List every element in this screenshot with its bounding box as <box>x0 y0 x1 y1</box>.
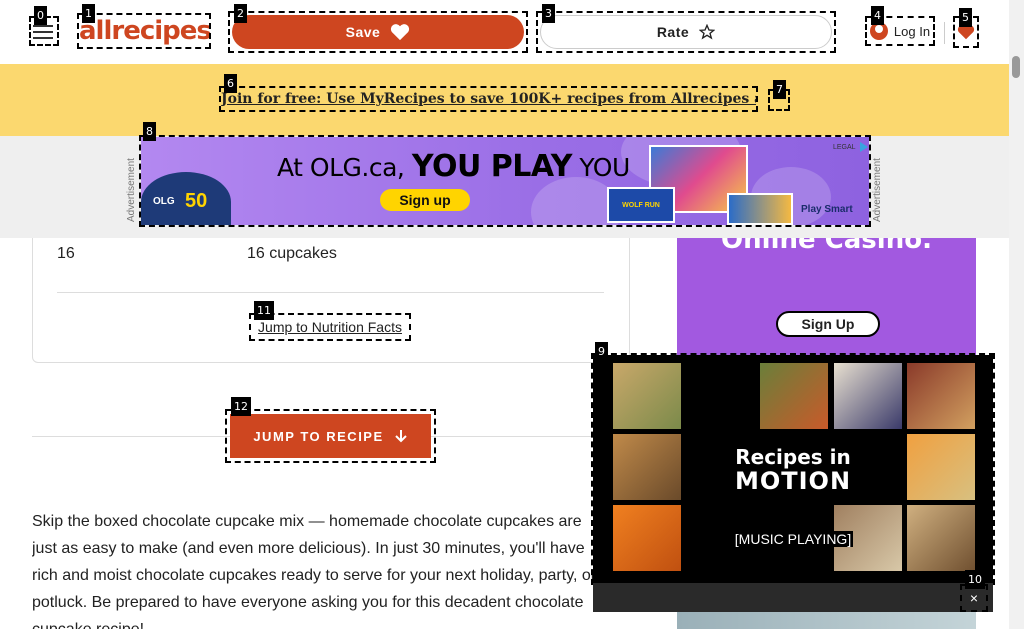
marker-12: 12 <box>231 397 251 416</box>
marker-2: 2 <box>234 4 247 23</box>
marker-6: 6 <box>224 74 237 93</box>
header-divider <box>944 22 945 44</box>
video-thumb-beef <box>907 363 975 429</box>
page-scrollbar[interactable] <box>1009 0 1024 629</box>
ad-choices-icon <box>859 142 868 152</box>
jump-to-recipe-button[interactable]: JUMP TO RECIPE <box>230 414 431 458</box>
ad-headline-bold: YOU PLAY <box>411 149 573 184</box>
video-title-line1: Recipes in <box>735 445 851 469</box>
video-close-button[interactable]: × <box>960 584 988 612</box>
slot-game-image-2 <box>727 193 793 225</box>
menu-icon-bar <box>33 37 53 39</box>
ad-headline: At OLG.ca, YOU PLAY YOU <box>277 149 630 184</box>
scrollbar-thumb[interactable] <box>1012 56 1020 78</box>
marker-0: 0 <box>34 6 47 25</box>
recipe-intro-text: Skip the boxed chocolate cupcake mix — h… <box>32 513 597 629</box>
marker-9: 9 <box>595 342 608 361</box>
logo-link[interactable]: allrecipes <box>77 13 212 49</box>
ad-signup-label: Sign up <box>399 192 451 208</box>
login-label: Log In <box>893 23 931 39</box>
save-button-outline: Save <box>228 11 528 53</box>
video-title-line2: MOTION <box>734 467 852 495</box>
wolf-run-game-image: WOLF RUN <box>607 187 675 223</box>
allrecipes-logo: allrecipes <box>79 16 212 46</box>
site-header: allrecipes Save Rate Log In <box>0 0 1009 64</box>
ad-label-left: Advertisement <box>126 158 137 222</box>
heart-icon <box>391 24 410 41</box>
top-ad-band: Advertisement Advertisement OLG 50 At OL… <box>0 135 1009 238</box>
olg-50-text: 50 <box>185 190 208 212</box>
servings-value: 16 <box>57 245 75 262</box>
ad-headline-pre: At OLG.ca, <box>277 153 405 182</box>
video-thumb-peaches <box>907 434 975 500</box>
rate-button-outline: Rate <box>536 11 836 53</box>
nutrition-facts-text: Jump to Nutrition Facts <box>258 319 402 335</box>
marker-8: 8 <box>143 122 156 141</box>
arrow-down-icon <box>394 430 407 443</box>
video-control-bar <box>593 583 993 612</box>
save-label: Save <box>345 24 381 40</box>
menu-icon-bar <box>33 31 53 33</box>
star-icon <box>699 24 716 40</box>
jump-to-recipe-label: JUMP TO RECIPE <box>253 428 384 444</box>
wolf-run-label: WOLF RUN <box>622 201 660 209</box>
olg-brand-text: OLG <box>153 196 175 207</box>
marker-7: 7 <box>773 80 786 99</box>
marker-1: 1 <box>82 4 95 23</box>
nutrition-facts-link[interactable]: Jump to Nutrition Facts <box>249 313 411 341</box>
side-ad-signup-label: Sign Up <box>801 316 855 332</box>
yield-value: 16 cupcakes <box>247 245 337 262</box>
video-thumb-salad <box>760 363 828 429</box>
marker-5: 5 <box>959 8 972 27</box>
marker-10: 10 <box>965 570 985 589</box>
video-thumb-cake <box>834 363 902 429</box>
marker-4: 4 <box>871 6 884 25</box>
save-button[interactable]: Save <box>232 15 524 49</box>
ad-legal-label: LEGAL <box>833 143 856 151</box>
video-caption: [MUSIC PLAYING] <box>732 531 854 547</box>
video-player[interactable]: Recipes in MOTION [MUSIC PLAYING] <box>591 353 995 585</box>
ad-signup-button[interactable]: Sign up <box>380 189 470 211</box>
top-ad-banner[interactable]: OLG 50 At OLG.ca, YOU PLAY YOU Sign up W… <box>139 135 871 227</box>
recipes-in-motion-logo: Recipes in MOTION <box>713 445 873 493</box>
play-smart-logo: Play Smart <box>801 204 853 215</box>
video-thumb-quiche <box>613 363 681 429</box>
olg-logo: OLG 50 <box>141 152 251 225</box>
card-divider <box>57 292 604 293</box>
marker-11: 11 <box>254 301 274 320</box>
jump-button-outline: JUMP TO RECIPE <box>225 409 436 463</box>
menu-icon-bar <box>33 25 53 27</box>
video-thumb-chicken <box>613 434 681 500</box>
video-caption-wrap: [MUSIC PLAYING] <box>593 531 993 549</box>
ad-label-right: Advertisement <box>872 158 883 222</box>
marker-3: 3 <box>542 4 555 23</box>
join-free-link[interactable]: Join for free: Use MyRecipes to save 100… <box>219 86 758 112</box>
ad-choices-badge[interactable]: LEGAL <box>833 141 869 153</box>
rate-button[interactable]: Rate <box>540 15 832 49</box>
rate-label: Rate <box>656 24 690 40</box>
side-ad-signup-button[interactable]: Sign Up <box>776 311 880 337</box>
close-icon: × <box>969 590 979 606</box>
join-free-text: Join for free: Use MyRecipes to save 100… <box>221 91 756 107</box>
ad-headline-post: YOU <box>579 153 630 182</box>
